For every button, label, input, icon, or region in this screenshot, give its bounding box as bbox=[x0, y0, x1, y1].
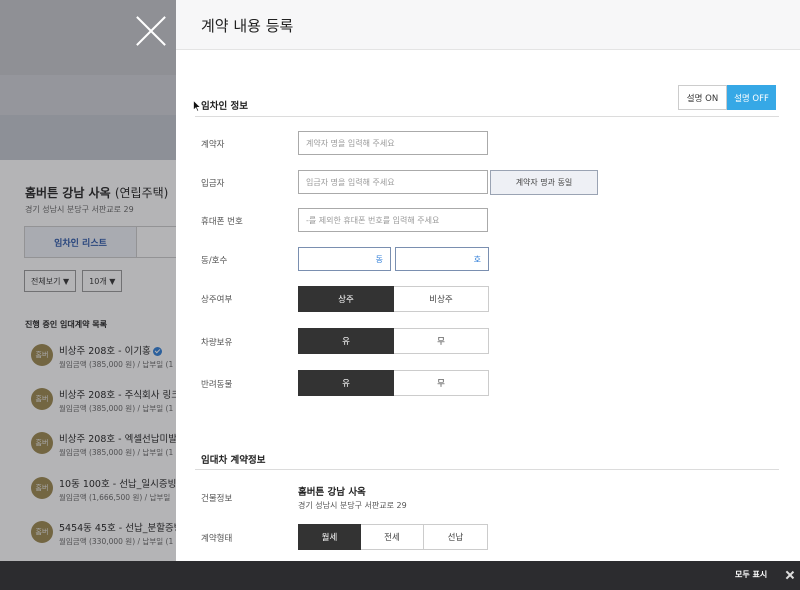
pet-option-no[interactable]: 무 bbox=[394, 370, 489, 396]
description-toggle: 설명 ON 설명 OFF bbox=[678, 85, 776, 110]
contractor-input[interactable]: 계약자 명을 입력해 주세요 bbox=[298, 131, 488, 155]
lease-section-title: 임대차 계약정보 bbox=[201, 455, 266, 466]
vehicle-label: 차량보유 bbox=[201, 338, 233, 348]
ho-input[interactable]: 호 bbox=[395, 247, 489, 271]
resident-selector: 상주 비상주 bbox=[298, 286, 489, 312]
contract-type-jeonse[interactable]: 전세 bbox=[361, 524, 424, 550]
vehicle-selector: 유 무 bbox=[298, 328, 489, 354]
resident-option-no[interactable]: 비상주 bbox=[394, 286, 489, 312]
resident-option-yes[interactable]: 상주 bbox=[298, 286, 394, 312]
vehicle-option-yes[interactable]: 유 bbox=[298, 328, 394, 354]
pet-selector: 유 무 bbox=[298, 370, 489, 396]
description-off-button[interactable]: 설명 OFF bbox=[727, 85, 776, 110]
page-title: 계약 내용 등록 bbox=[201, 17, 294, 35]
vehicle-option-no[interactable]: 무 bbox=[394, 328, 489, 354]
pet-option-yes[interactable]: 유 bbox=[298, 370, 394, 396]
same-as-contractor-button[interactable]: 계약자 명과 동일 bbox=[490, 170, 598, 195]
phone-label: 휴대폰 번호 bbox=[201, 217, 243, 227]
dong-input[interactable]: 동 bbox=[298, 247, 391, 271]
contractor-label: 계약자 bbox=[201, 140, 225, 150]
building-label: 건물정보 bbox=[201, 494, 233, 504]
pet-label: 반려동물 bbox=[201, 380, 233, 390]
close-modal-icon[interactable] bbox=[134, 14, 168, 48]
panel-header: 계약 내용 등록 bbox=[176, 0, 800, 50]
phone-input[interactable]: -를 제외한 휴대폰 번호를 입력해 주세요 bbox=[298, 208, 488, 232]
divider bbox=[195, 116, 779, 117]
mouse-cursor-icon bbox=[193, 100, 201, 112]
contract-register-panel: 계약 내용 등록 설명 ON 설명 OFF 임차인 정보 계약자 계약자 명을 … bbox=[176, 0, 800, 561]
tenant-section-title: 임차인 정보 bbox=[201, 101, 249, 112]
contract-type-selector: 월세 전세 선납 bbox=[298, 524, 488, 550]
bottom-bar: 모두 표시 bbox=[0, 561, 800, 590]
contract-type-label: 계약형태 bbox=[201, 534, 233, 544]
show-all-button[interactable]: 모두 표시 bbox=[735, 569, 767, 580]
building-name: 홈버튼 강남 사옥 bbox=[298, 487, 366, 498]
divider bbox=[195, 469, 779, 470]
contract-type-prepaid[interactable]: 선납 bbox=[424, 524, 488, 550]
unit-label: 동/호수 bbox=[201, 256, 228, 266]
building-address: 경기 성남시 분당구 서판교로 29 bbox=[298, 501, 407, 510]
close-icon[interactable] bbox=[785, 569, 795, 581]
depositor-input[interactable]: 입금자 명을 입력해 주세요 bbox=[298, 170, 488, 194]
depositor-label: 입금자 bbox=[201, 179, 225, 189]
contract-type-monthly[interactable]: 월세 bbox=[298, 524, 361, 550]
description-on-button[interactable]: 설명 ON bbox=[678, 85, 727, 110]
resident-label: 상주여부 bbox=[201, 295, 233, 305]
